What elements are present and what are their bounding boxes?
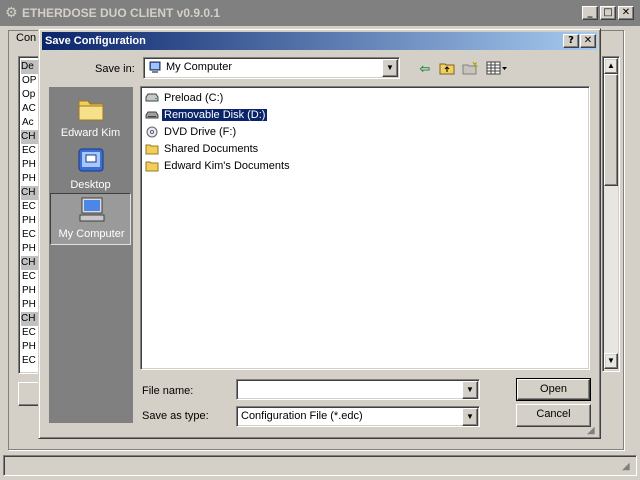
scroll-thumb[interactable] — [604, 74, 618, 186]
config-group-label: Con — [16, 32, 37, 44]
place-label: Edward Kim — [60, 127, 121, 139]
status-bar — [3, 455, 637, 476]
new-folder-icon[interactable] — [461, 61, 479, 77]
resize-grip-icon[interactable]: ◢ — [622, 461, 630, 472]
save-in-dropdown[interactable]: My Computer ▼ — [143, 57, 400, 79]
list-item[interactable]: Preload (C:) — [145, 91, 225, 106]
list-item[interactable]: DVD Drive (F:) — [145, 125, 238, 140]
place-my-computer[interactable]: My Computer — [50, 193, 131, 245]
view-menu-icon[interactable] — [485, 61, 509, 77]
resize-grip-icon[interactable]: ◢ — [587, 425, 595, 436]
places-bar: Edward Kim Desktop My Computer — [49, 87, 133, 423]
save-as-type-value: Configuration File (*.edc) — [241, 410, 363, 422]
scroll-up-arrow-icon[interactable]: ▲ — [604, 58, 618, 74]
minimize-button[interactable]: _ — [582, 6, 598, 20]
folder-icon — [145, 143, 159, 155]
place-edward-kim[interactable]: Edward Kim — [50, 93, 131, 145]
help-button[interactable]: ? — [563, 34, 579, 48]
open-button-face: Open — [517, 379, 590, 400]
config-list-scrollbar[interactable]: ▲ ▼ — [602, 56, 620, 372]
place-desktop[interactable]: Desktop — [50, 145, 131, 197]
save-as-type-label: Save as type: — [142, 410, 209, 422]
place-label: My Computer — [58, 228, 125, 240]
removable-disk-icon — [145, 109, 159, 121]
up-folder-icon[interactable] — [438, 61, 456, 77]
file-list[interactable]: Preload (C:) Removable Disk (D:) DVD Dri… — [140, 86, 590, 370]
save-in-value: My Computer — [166, 61, 233, 73]
list-item[interactable]: Shared Documents — [145, 142, 260, 157]
scroll-down-arrow-icon[interactable]: ▼ — [604, 353, 618, 369]
list-item[interactable]: Removable Disk (D:) — [145, 108, 269, 123]
save-configuration-dialog: Save Configuration ? ✕ Save in: My Compu… — [38, 28, 601, 439]
chevron-down-icon[interactable]: ▼ — [382, 59, 398, 77]
file-name-field[interactable]: ▼ — [236, 379, 480, 400]
app-title: ETHERDOSE DUO CLIENT v0.9.0.1 — [22, 6, 221, 20]
file-name-label: File name: — [142, 385, 194, 397]
computer-icon — [77, 196, 107, 224]
open-button[interactable]: Open — [516, 378, 591, 401]
hard-drive-icon — [145, 92, 159, 104]
cancel-button[interactable]: Cancel — [516, 404, 591, 427]
folder-icon — [145, 160, 159, 172]
dvd-drive-icon — [145, 126, 159, 138]
place-label: Desktop — [70, 179, 111, 191]
dialog-close-button[interactable]: ✕ — [580, 34, 596, 48]
save-in-label: Save in: — [95, 63, 135, 75]
close-button[interactable]: ✕ — [618, 6, 634, 20]
folder-icon — [76, 95, 106, 123]
list-item[interactable]: Edward Kim's Documents — [145, 159, 292, 174]
maximize-button[interactable]: □ — [600, 6, 616, 20]
computer-icon — [149, 61, 161, 74]
gear-icon: ⚙ — [5, 4, 18, 20]
chevron-down-icon[interactable]: ▼ — [462, 408, 478, 426]
save-as-type-dropdown[interactable]: Configuration File (*.edc) ▼ — [236, 406, 480, 427]
dialog-titlebar[interactable]: Save Configuration ? ✕ — [42, 32, 597, 50]
dialog-title: Save Configuration — [45, 35, 146, 47]
back-arrow-icon[interactable]: ⇦ — [416, 61, 434, 77]
main-titlebar: ⚙ ETHERDOSE DUO CLIENT v0.9.0.1 _ □ ✕ — [0, 0, 640, 26]
chevron-down-icon[interactable]: ▼ — [462, 381, 478, 399]
desktop-icon — [76, 147, 106, 175]
